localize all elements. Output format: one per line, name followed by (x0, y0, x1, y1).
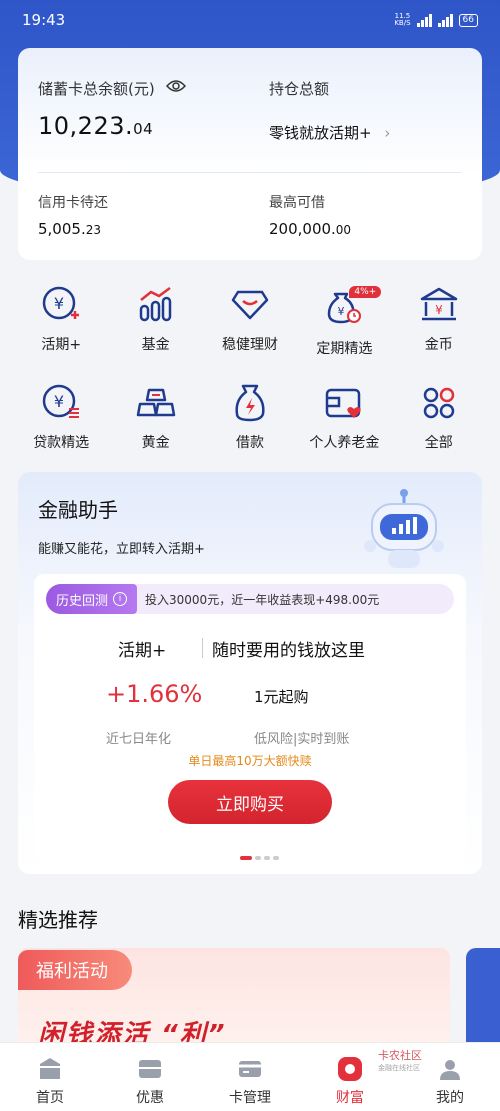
product-name: 活期+ (118, 641, 167, 661)
holdings-label: 持仓总额 (269, 80, 330, 98)
history-tag: 历史回测 i (46, 584, 138, 614)
bank-icon: ¥ (420, 287, 458, 321)
divider (38, 172, 462, 173)
bag-lightning-icon (235, 384, 265, 422)
tab-offers[interactable]: 优惠 (100, 1043, 200, 1111)
grid-item-borrow[interactable]: 借款 (203, 380, 297, 452)
max-borrow-amount: 200,000.00 (269, 220, 352, 238)
yuan-coin-icon: ¥ (42, 384, 80, 418)
grid-item-all[interactable]: 全部 (392, 380, 486, 452)
eye-icon[interactable] (165, 79, 186, 93)
grid-item-gold-coin[interactable]: ¥ 金币 (392, 282, 486, 358)
account-card: 储蓄卡总余额(元) 10,223.04 持仓总额 零钱就放活期+ › 信用卡待还… (18, 48, 482, 260)
section-title: 精选推荐 (18, 908, 98, 932)
svg-text:¥: ¥ (435, 303, 443, 317)
battery-icon: 66 (458, 13, 478, 27)
redemption-note: 单日最高10万大额快赎 (188, 754, 312, 768)
grid-item-fund[interactable]: 基金 (108, 282, 202, 358)
svg-text:¥: ¥ (54, 294, 64, 313)
clock: 19:43 (22, 11, 66, 29)
assistant-title: 金融助手 (38, 498, 118, 522)
diamond-icon (231, 290, 269, 320)
info-icon[interactable]: i (113, 592, 128, 606)
watermark-logo: 卡农社区 金融在线社区 (378, 1049, 422, 1073)
svg-text:¥: ¥ (338, 305, 345, 318)
grid-item-current-plus[interactable]: ¥ 活期+ (14, 282, 108, 358)
card-icon (239, 1061, 261, 1077)
history-text: 投入30000元，近一年收益表现+498.00元 (145, 592, 380, 607)
tab-home[interactable]: 首页 (0, 1043, 100, 1111)
finance-assistant-card: 金融助手 能赚又能花，立即转入活期+ 历史回测 i 投入30000元，近一年收益… (18, 472, 482, 874)
four-circles-icon (423, 387, 455, 419)
robot-mascot-icon (364, 489, 444, 568)
assistant-subtitle: 能赚又能花，立即转入活期+ (38, 542, 205, 557)
grid-item-pension[interactable]: 个人养老金 (297, 380, 391, 452)
credit-amount: 5,005.23 (38, 220, 101, 238)
bottom-tab-bar: 首页 优惠 卡管理 财富 我的 (0, 1042, 500, 1111)
savings-label: 储蓄卡总余额(元) (38, 78, 186, 99)
svg-text:¥: ¥ (54, 392, 64, 411)
savings-balance: 10,223.04 (38, 112, 154, 140)
yuan-plus-icon: ¥ (42, 286, 80, 320)
divider (202, 638, 203, 658)
status-bar: 19:43 11.5 KB/S 66 (0, 0, 500, 40)
quick-entry-grid: ¥ 活期+ 基金 稳健理财 ¥ 4%+ 定期精选 ¥ 金币 ¥ 贷款精选 黄金 … (14, 282, 486, 452)
grid-item-loan-select[interactable]: ¥ 贷款精选 (14, 380, 108, 452)
fund-chart-icon (139, 286, 171, 322)
wealth-icon (338, 1057, 362, 1081)
grid-item-fixed-term[interactable]: ¥ 4%+ 定期精选 (297, 282, 391, 358)
signal-5g-icon (416, 13, 432, 27)
profile-icon (440, 1060, 460, 1080)
wallet-heart-icon (326, 388, 362, 418)
gold-bars-icon (136, 388, 175, 417)
product-slogan: 随时要用的钱放这里 (212, 641, 365, 661)
rate-label: 近七日年化 (106, 732, 172, 747)
credit-label: 信用卡待还 (38, 195, 108, 211)
yield-rate: +1.66% (106, 680, 203, 708)
min-purchase: 1元起购 (254, 688, 309, 706)
home-icon (40, 1058, 60, 1079)
coupon-icon (139, 1060, 161, 1078)
grid-item-gold[interactable]: 黄金 (108, 380, 202, 452)
promo-tag: 福利活动 (18, 950, 132, 990)
tab-card-management[interactable]: 卡管理 (200, 1043, 300, 1111)
grid-item-stable-finance[interactable]: 稳健理财 (203, 282, 297, 358)
carousel-indicator (240, 856, 279, 860)
network-speed: 11.5 KB/S (394, 12, 411, 27)
product-panel: 历史回测 i 投入30000元，近一年收益表现+498.00元 活期+ 随时要用… (34, 574, 466, 858)
buy-now-button[interactable]: 立即购买 (168, 780, 332, 824)
signal-4g-icon (437, 13, 453, 27)
rate-badge: 4%+ (349, 286, 382, 298)
history-backtest[interactable]: 历史回测 i 投入30000元，近一年收益表现+498.00元 (46, 584, 454, 614)
holdings-link[interactable]: 零钱就放活期+ › (269, 122, 390, 143)
risk-label: 低风险|实时到账 (254, 732, 350, 747)
chevron-right-icon: › (384, 124, 391, 142)
max-borrow-label: 最高可借 (269, 195, 325, 211)
